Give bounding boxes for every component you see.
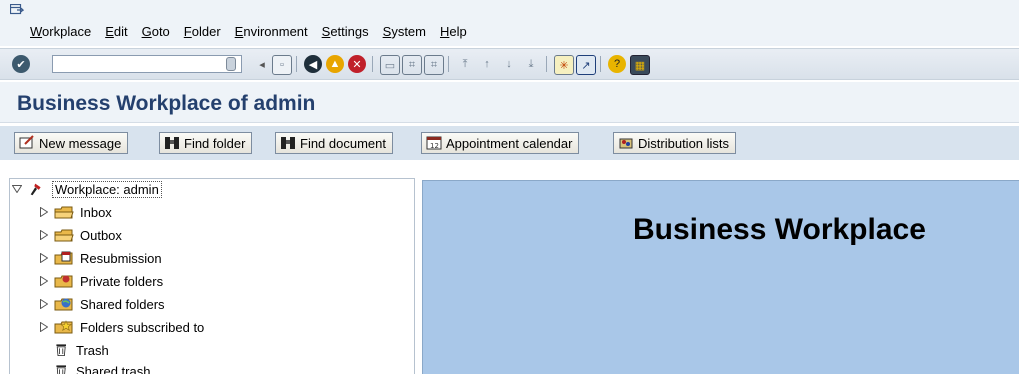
toolbar-separator [600,56,601,72]
previous-page-icon[interactable]: ↑ [478,55,496,73]
find-document-button[interactable]: Find document [275,132,393,154]
layout-menu-icon[interactable]: ▦ [630,55,650,75]
shared-folder-icon [54,298,73,311]
tree-item-label: Resubmission [80,250,162,266]
toolbar-separator [372,56,373,72]
enter-icon[interactable]: ✔ [12,55,30,73]
workplace-tree: Workplace: admin Inbox Outbox Resubmissi… [9,178,415,374]
tree-item-resubmission[interactable]: Resubmission [40,248,162,268]
expand-triangle-icon[interactable] [40,253,48,263]
help-icon[interactable]: ? [608,55,626,73]
find-next-icon[interactable]: ⌗ [424,55,444,75]
collapse-arrow-icon[interactable]: ◂ [258,55,266,73]
inbox-folder-icon [54,206,74,219]
appointment-calendar-button[interactable]: 12 Appointment calendar [421,132,580,154]
menu-edit[interactable]: Edit [105,24,127,39]
appointment-calendar-label: Appointment calendar [446,135,573,151]
find-folder-label: Find folder [184,135,246,151]
menubar: Workplace Edit Goto Folder Environment S… [30,24,467,39]
tree-item-label: Outbox [80,227,122,243]
tree-item-label: Trash [76,342,109,358]
expand-triangle-icon[interactable] [40,322,48,332]
exit-icon[interactable]: ▲ [326,55,344,73]
toolbar-separator [296,56,297,72]
new-message-label: New message [39,135,122,151]
first-page-icon[interactable]: ⤒ [456,55,474,73]
binoculars-icon [281,137,295,149]
create-shortcut-icon[interactable]: ↗ [576,55,596,75]
content-pane: Business Workplace [422,180,1019,374]
distribution-lists-button[interactable]: Distribution lists [613,132,737,154]
page-title: Business Workplace of admin [17,92,316,115]
subscribed-folder-icon [54,320,73,334]
menu-goto[interactable]: Goto [142,24,170,39]
menu-system[interactable]: System [383,24,426,39]
content-title: Business Workplace [633,213,926,246]
toolbar-separator [448,56,449,72]
command-history-icon[interactable] [226,57,236,71]
svg-text:12: 12 [430,142,439,150]
command-field[interactable] [52,55,242,73]
binoculars-icon [165,137,179,149]
tree-root-label: Workplace: admin [52,180,162,198]
tree-item-shared-folders[interactable]: Shared folders [40,294,165,314]
expand-triangle-icon[interactable] [40,299,48,309]
menu-settings[interactable]: Settings [322,24,369,39]
collapse-triangle-icon[interactable] [12,185,22,193]
tree-item-label: Shared folders [80,296,165,312]
print-icon[interactable]: ▭ [380,55,400,75]
create-session-icon[interactable]: ✳ [554,55,574,75]
find-icon[interactable]: ⌗ [402,55,422,75]
new-message-button[interactable]: New message [14,132,129,154]
toolbar-separator [546,56,547,72]
calendar-icon: 12 [426,136,442,150]
tree-item-label: Folders subscribed to [80,319,205,335]
tree-item-inbox[interactable]: Inbox [40,202,112,222]
tree-item-trash[interactable]: Trash [54,340,109,360]
expand-triangle-icon[interactable] [40,230,48,240]
distribution-list-icon [619,138,633,149]
shared-trash-icon [56,365,66,374]
tree-item-outbox[interactable]: Outbox [40,225,122,245]
trash-icon [56,344,66,356]
menubar-area [0,0,1019,46]
resubmission-folder-icon [54,251,73,265]
save-icon[interactable]: ▫ [272,55,292,75]
tree-item-private-folders[interactable]: Private folders [40,271,163,291]
new-message-icon [19,135,34,149]
outbox-folder-icon [54,229,74,242]
find-folder-button[interactable]: Find folder [159,132,253,154]
menu-folder[interactable]: Folder [184,24,221,39]
expand-triangle-icon[interactable] [40,207,48,217]
system-menu-icon[interactable] [10,4,24,16]
expand-triangle-icon[interactable] [40,276,48,286]
tree-item-subscribed-folders[interactable]: Folders subscribed to [40,317,204,337]
workplace-desk-icon [30,183,41,196]
back-icon[interactable]: ◀ [304,55,322,73]
menu-environment[interactable]: Environment [235,24,308,39]
tree-item-shared-trash[interactable]: Shared trash [54,361,150,374]
tree-item-label: Private folders [80,273,164,289]
cancel-icon[interactable]: ✕ [348,55,366,73]
private-folder-icon [54,275,73,288]
next-page-icon[interactable]: ↓ [500,55,518,73]
last-page-icon[interactable]: ⤓ [522,55,540,73]
tree-item-label: Shared trash [76,363,151,374]
find-document-label: Find document [300,135,386,151]
tree-root[interactable]: Workplace: admin [12,179,162,199]
tree-item-label: Inbox [80,204,112,220]
standard-toolbar: ✔ ◂ ▫ ◀ ▲ ✕ ▭ ⌗ ⌗ ⤒ ↑ ↓ ⤓ ✳ ↗ ? ▦ [0,48,1019,80]
menu-workplace[interactable]: Workplace [30,24,91,39]
menu-help[interactable]: Help [440,24,467,39]
distribution-lists-label: Distribution lists [638,135,730,151]
